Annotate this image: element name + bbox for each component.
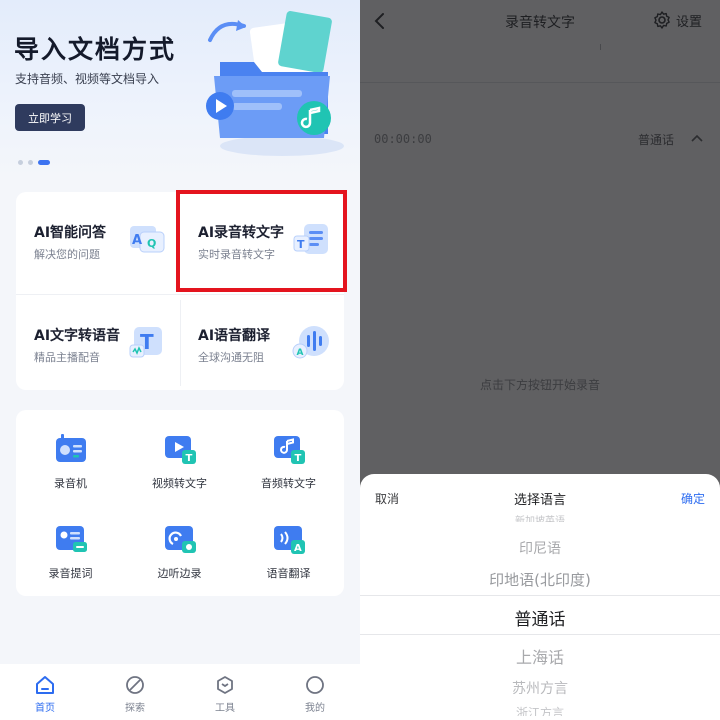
toolbox-icon xyxy=(217,676,233,694)
tools-card: 录音机 T 视频转文字 T 音频转文字 录音提词 边听边录 A 语音翻译 xyxy=(16,410,344,596)
feature-ai-text-to-speech[interactable]: AI文字转语音 精品主播配音 T xyxy=(16,295,180,394)
listen-record-icon xyxy=(164,526,196,553)
picker-option[interactable]: 印尼语 xyxy=(360,538,720,558)
tab-tools[interactable]: 工具 xyxy=(180,664,270,720)
carousel-dots xyxy=(18,160,50,165)
settings-button[interactable]: 设置 xyxy=(652,10,702,30)
top-nav-bar: 录音转文字 设置 xyxy=(360,0,720,44)
tab-label: 首页 xyxy=(35,703,55,714)
audio-to-text-icon: T xyxy=(273,436,305,464)
feature-title: AI语音翻译 xyxy=(198,328,271,344)
tool-audio-to-text[interactable]: T 音频转文字 xyxy=(234,416,343,496)
settings-label: 设置 xyxy=(676,14,703,30)
record-to-text-screen: 录音转文字 设置 00:00:00 普通话 点击下方按钮开始录音 取消 选择语言… xyxy=(360,0,720,720)
tool-label: 视频转文字 xyxy=(152,477,207,490)
home-screen: 导入文档方式 支持音频、视频等文档导入 立即学习 AI智能问答 解决您的问题 A… xyxy=(0,0,360,720)
tab-home[interactable]: 首页 xyxy=(0,664,90,720)
gear-icon xyxy=(654,11,670,29)
bottom-tab-bar: 首页 探索 工具 我的 xyxy=(0,664,360,720)
tool-label: 边听边录 xyxy=(157,567,202,580)
teleprompter-icon xyxy=(55,526,87,552)
tool-label: 录音机 xyxy=(54,477,87,490)
tool-label: 语音翻译 xyxy=(266,567,311,580)
highlight-box xyxy=(176,190,347,292)
picker-divider-bottom xyxy=(360,634,720,635)
tool-label: 录音提词 xyxy=(48,567,93,580)
language-wheel[interactable]: 新加坡英语 印尼语 印地语(北印度) 普通话 上海话 苏州方言 浙江方言 xyxy=(360,514,720,720)
tool-listen-record[interactable]: 边听边录 xyxy=(125,506,234,586)
tool-video-to-text[interactable]: T 视频转文字 xyxy=(125,416,234,496)
feature-title: AI智能问答 xyxy=(34,225,107,241)
feature-subtitle: 解决您的问题 xyxy=(34,248,100,261)
folder-media-illustration xyxy=(206,11,344,156)
svg-text:A: A xyxy=(297,348,304,358)
carousel-dot-active[interactable] xyxy=(38,160,50,165)
picker-option[interactable]: 苏州方言 xyxy=(360,678,720,698)
sheet-title: 选择语言 xyxy=(513,493,566,508)
feature-divider-horizontal xyxy=(16,294,344,295)
picker-option[interactable]: 浙江方言 xyxy=(360,704,720,716)
feature-subtitle: 全球沟通无阻 xyxy=(198,351,264,364)
header-divider xyxy=(360,82,720,83)
learn-now-button[interactable]: 立即学习 xyxy=(15,104,85,131)
home-icon xyxy=(36,676,54,694)
svg-text:A: A xyxy=(294,543,302,554)
profile-icon xyxy=(306,676,324,694)
tool-teleprompter[interactable]: 录音提词 xyxy=(16,506,125,586)
qa-bubble-icon: A Q xyxy=(130,226,165,253)
radio-recorder-icon xyxy=(55,434,86,462)
picker-option[interactable]: 新加坡英语 xyxy=(360,512,720,522)
picker-option-selected[interactable]: 普通话 xyxy=(360,605,720,630)
svg-text:T: T xyxy=(294,453,301,464)
speech-translate-icon: A xyxy=(273,526,305,554)
video-to-text-icon: T xyxy=(164,436,196,464)
picker-option[interactable]: 印地语(北印度) xyxy=(360,569,720,590)
confirm-button[interactable]: 确定 xyxy=(681,490,705,507)
feature-divider-vertical xyxy=(180,300,181,386)
feature-subtitle: 精品主播配音 xyxy=(34,351,100,364)
tool-label: 音频转文字 xyxy=(261,477,316,490)
tab-profile[interactable]: 我的 xyxy=(270,664,360,720)
tab-label: 工具 xyxy=(215,703,235,714)
svg-text:Q: Q xyxy=(147,237,156,250)
banner-subtitle: 支持音频、视频等文档导入 xyxy=(15,72,160,86)
tab-explore[interactable]: 探索 xyxy=(90,664,180,720)
feature-ai-voice-translate[interactable]: AI语音翻译 全球沟通无阻 A xyxy=(180,295,344,394)
svg-text:T: T xyxy=(185,453,192,464)
text-to-speech-icon: T xyxy=(129,327,162,358)
tab-indicator xyxy=(600,44,601,50)
record-hint: 点击下方按钮开始录音 xyxy=(479,378,600,392)
picker-divider-top xyxy=(360,595,720,596)
recording-timer: 00:00:00 xyxy=(374,132,432,146)
picker-option[interactable]: 上海话 xyxy=(360,644,720,668)
feature-ai-qa[interactable]: AI智能问答 解决您的问题 A Q xyxy=(16,192,180,291)
carousel-dot[interactable] xyxy=(18,160,23,165)
svg-text:A: A xyxy=(132,233,142,248)
tool-recorder[interactable]: 录音机 xyxy=(16,416,125,496)
feature-title: AI文字转语音 xyxy=(34,328,121,344)
tool-speech-translate[interactable]: A 语音翻译 xyxy=(234,506,343,586)
chevron-up-icon[interactable] xyxy=(691,133,703,143)
voice-translate-icon: A xyxy=(292,326,329,359)
tab-label: 我的 xyxy=(305,703,325,714)
banner-title: 导入文档方式 xyxy=(14,35,177,64)
language-picker-sheet: 取消 选择语言 确定 新加坡英语 印尼语 印地语(北印度) 普通话 上海话 苏州… xyxy=(360,474,720,720)
language-selector[interactable]: 普通话 xyxy=(638,131,674,148)
compass-icon xyxy=(126,676,144,694)
tab-label: 探索 xyxy=(125,703,145,714)
carousel-dot[interactable] xyxy=(28,160,33,165)
import-banner[interactable]: 导入文档方式 支持音频、视频等文档导入 立即学习 xyxy=(0,0,360,180)
